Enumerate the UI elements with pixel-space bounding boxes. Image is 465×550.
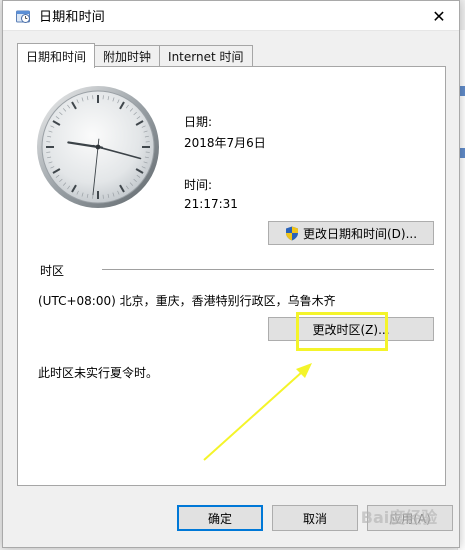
dst-note: 此时区未实行夏令时。 [38, 366, 159, 380]
close-icon: ✕ [432, 6, 446, 26]
timezone-divider [102, 269, 434, 270]
clock-center [95, 144, 101, 150]
change-timezone-label: 更改时区(Z)... [312, 322, 390, 337]
uac-shield-icon [285, 226, 299, 241]
change-date-time-label: 更改日期和时间(D)... [302, 226, 418, 241]
date-time-dialog: 日期和时间 ✕ 日期和时间 附加时钟 Internet 时间 日期: 2018年… [2, 0, 460, 548]
ok-label: 确定 [207, 511, 232, 526]
ok-button[interactable]: 确定 [177, 505, 263, 531]
time-label: 时间: [184, 178, 213, 192]
timezone-section-label: 时区 [40, 264, 65, 278]
change-date-time-button[interactable]: 更改日期和时间(D)... [268, 221, 434, 245]
title-bar[interactable]: 日期和时间 ✕ [3, 1, 459, 31]
clock-icon [15, 8, 31, 24]
change-timezone-button[interactable]: 更改时区(Z)... [268, 317, 434, 341]
cancel-label: 取消 [302, 511, 327, 526]
timezone-value: (UTC+08:00) 北京，重庆，香港特别行政区，乌鲁木齐 [38, 294, 336, 308]
tab-date-time[interactable]: 日期和时间 [17, 43, 96, 68]
cancel-button[interactable]: 取消 [272, 505, 358, 531]
analog-clock [37, 86, 159, 208]
close-button[interactable]: ✕ [419, 1, 459, 31]
date-label: 日期: [184, 115, 213, 129]
date-value: 2018年7月6日 [184, 136, 266, 150]
tab-internet-time[interactable]: Internet 时间 [159, 45, 253, 67]
tab-panel-date-time: 日期: 2018年7月6日 时间: 21:17:31 更改日期和时间(D)...… [17, 66, 446, 486]
tab-additional-clocks[interactable]: 附加时钟 [94, 45, 161, 67]
window-title: 日期和时间 [39, 10, 106, 25]
tab-strip: 日期和时间 附加时钟 Internet 时间 [17, 42, 253, 68]
apply-button[interactable]: 应用(A) [367, 505, 453, 531]
time-value: 21:17:31 [184, 197, 238, 211]
screen-root: 日期和时间 ✕ 日期和时间 附加时钟 Internet 时间 日期: 2018年… [0, 0, 465, 550]
apply-label: 应用(A) [389, 511, 431, 526]
